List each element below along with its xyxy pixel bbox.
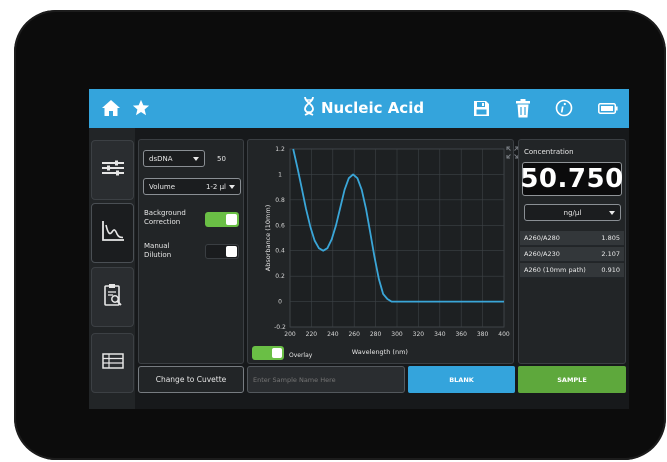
- table-icon: [101, 353, 124, 373]
- device-screen: Nucleic Acid dsDNA 50 Volume 1-2 µl Back…: [89, 89, 629, 409]
- results-panel: Concentration 50.750 ng/µl A260/A280 1.8…: [518, 139, 626, 364]
- sample-type-value: dsDNA: [149, 154, 173, 163]
- unit-value: ng/µl: [563, 208, 582, 217]
- y-tick-label: 0.8: [275, 197, 285, 204]
- ratio-row: A260/A230 2.107: [520, 247, 624, 262]
- clipboard-search-icon: [103, 283, 123, 311]
- volume-select[interactable]: Volume 1-2 µl: [143, 178, 241, 195]
- x-tick-label: 340: [434, 331, 446, 338]
- sample-type-select[interactable]: dsDNA: [143, 150, 205, 167]
- page-title: Nucleic Acid: [321, 99, 425, 117]
- y-tick-label: 1: [278, 171, 282, 178]
- sidebar-item-table[interactable]: [91, 333, 134, 393]
- x-tick-label: 280: [370, 331, 382, 338]
- home-icon[interactable]: [101, 98, 121, 118]
- sample-name-input[interactable]: [247, 366, 405, 393]
- top-bar: Nucleic Acid: [89, 89, 629, 128]
- x-tick-label: 240: [327, 331, 339, 338]
- chevron-down-icon: [193, 156, 199, 161]
- volume-label: Volume: [149, 182, 176, 191]
- x-axis-label: Wavelength (nm): [352, 348, 408, 356]
- sidebar-item-graph[interactable]: [91, 203, 134, 263]
- y-tick-label: 1.2: [275, 146, 285, 153]
- ratio-row: A260 (10mm path) 0.910: [520, 263, 624, 278]
- trash-icon[interactable]: [513, 98, 533, 118]
- change-to-cuvette-button[interactable]: Change to Cuvette: [138, 366, 244, 393]
- x-tick-label: 400: [498, 331, 510, 338]
- unit-select[interactable]: ng/µl: [524, 204, 621, 221]
- ratio-label: A260 (10mm path): [524, 266, 586, 274]
- save-icon[interactable]: [471, 98, 491, 118]
- ratio-value: 1.805: [601, 234, 620, 242]
- y-tick-label: 0: [278, 299, 282, 306]
- sample-button[interactable]: SAMPLE: [518, 366, 626, 393]
- title-group: Nucleic Acid: [303, 96, 425, 120]
- y-tick-label: 0.2: [275, 273, 285, 280]
- background-correction-toggle[interactable]: [205, 212, 239, 227]
- concentration-value: 50.750: [520, 162, 624, 196]
- volume-value: 1-2 µl: [205, 182, 226, 191]
- toggle-knob: [226, 214, 237, 225]
- x-tick-label: 200: [284, 331, 296, 338]
- device-bezel: Nucleic Acid dsDNA 50 Volume 1-2 µl Back…: [14, 10, 666, 460]
- chart-icon: [101, 220, 125, 246]
- concentration-label: Concentration: [524, 148, 574, 156]
- background-correction-label: Background Correction: [144, 209, 186, 226]
- ratio-label: A260/A280: [524, 234, 560, 242]
- manual-dilution-label: Manual Dilution: [144, 242, 172, 259]
- ratio-value: 2.107: [601, 250, 620, 258]
- y-tick-label: 0.6: [275, 222, 285, 229]
- ratio-value: 0.910: [601, 266, 620, 274]
- settings-panel: dsDNA 50 Volume 1-2 µl Background Correc…: [138, 139, 244, 364]
- dna-icon: [303, 96, 315, 120]
- ratio-row: A260/A280 1.805: [520, 231, 624, 246]
- overlay-label: Overlay: [289, 352, 313, 359]
- x-tick-label: 300: [391, 331, 403, 338]
- toggle-knob: [226, 246, 237, 257]
- chevron-down-icon: [229, 184, 235, 189]
- x-tick-label: 320: [413, 331, 425, 338]
- factor-value: 50: [217, 155, 226, 163]
- x-tick-label: 360: [455, 331, 467, 338]
- overlay-toggle[interactable]: [252, 346, 284, 360]
- toggle-knob: [272, 348, 282, 358]
- y-axis-label: Absorbance (10mm): [264, 205, 272, 271]
- sidebar-item-report[interactable]: [91, 267, 134, 327]
- x-tick-label: 380: [477, 331, 489, 338]
- y-tick-label: 0.4: [275, 248, 285, 255]
- chart-panel: 200 220 240 260 280 300 320 340 360 380 400 1.2 1 0.8…: [247, 139, 519, 364]
- manual-dilution-toggle[interactable]: [205, 244, 239, 259]
- star-icon[interactable]: [131, 98, 151, 118]
- y-tick-label: -0.2: [274, 324, 286, 331]
- sliders-icon: [101, 158, 125, 182]
- x-tick-label: 260: [348, 331, 360, 338]
- chevron-down-icon: [609, 210, 615, 215]
- sidebar: [89, 128, 135, 409]
- sidebar-item-settings[interactable]: [91, 140, 134, 200]
- ratio-label: A260/A230: [524, 250, 560, 258]
- battery-icon: [597, 98, 619, 118]
- info-icon[interactable]: [554, 98, 574, 118]
- spectrum-chart: 200 220 240 260 280 300 320 340 360 380 400 1.2 1 0.8…: [264, 146, 510, 356]
- x-tick-label: 220: [306, 331, 318, 338]
- blank-button[interactable]: BLANK: [408, 366, 515, 393]
